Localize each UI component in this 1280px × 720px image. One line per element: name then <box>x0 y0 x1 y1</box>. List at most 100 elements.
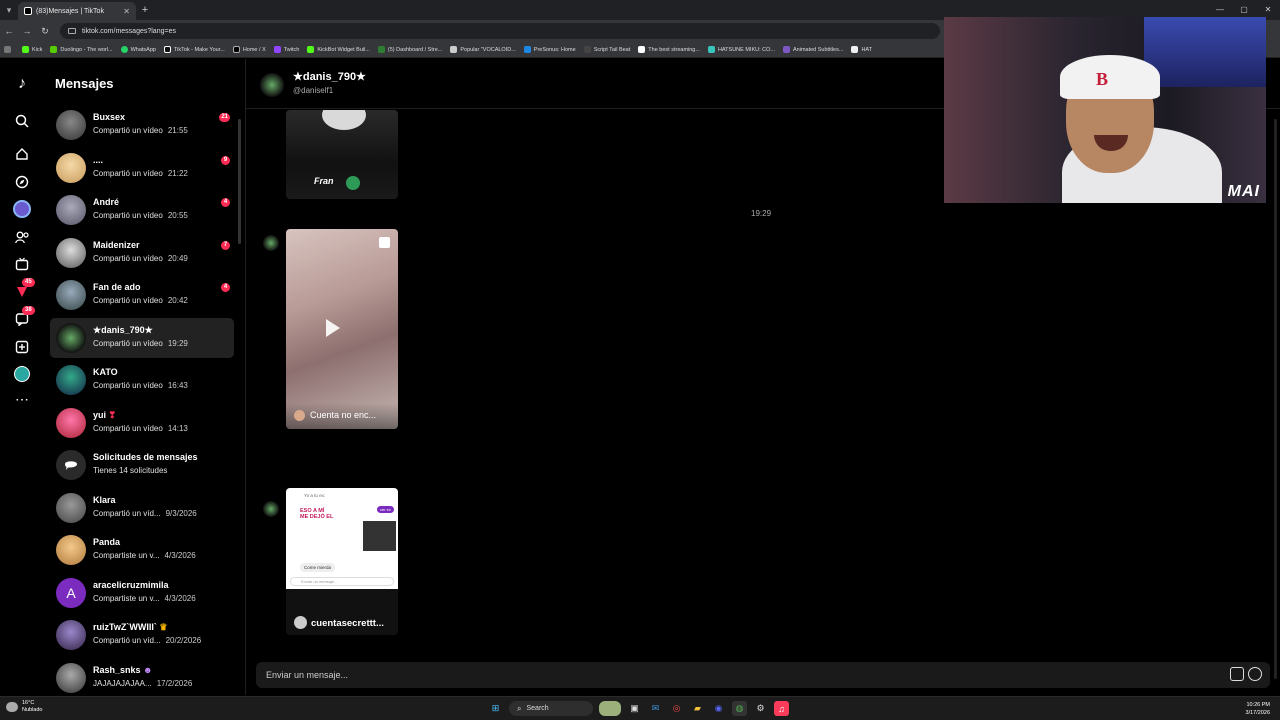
active-tab[interactable]: (83)Mensajes | TikTok ✕ <box>18 2 136 20</box>
chat-bubble-icon <box>65 461 77 470</box>
forward-icon[interactable]: → <box>18 26 36 36</box>
conversation-preview: Compartió un vídeo <box>93 126 163 135</box>
taskbar: 16°C Nublado ⊞ ⌕ Search ▣ ✉ ◎ ▰ ◉ ◍ ⚙ ♫ 10… <box>0 696 1280 720</box>
conversation-item[interactable]: A aracelicruzmimila Compartiste un v... 4… <box>50 573 234 613</box>
messages-badge: 38 <box>22 306 35 315</box>
conversation-name: André <box>93 197 120 207</box>
conversation-name: yui ❣ <box>93 410 117 420</box>
apps-icon[interactable] <box>4 46 14 53</box>
conversation-item-active[interactable]: ★danis_790★ Compartió un vídeo 19:29 <box>50 318 234 358</box>
close-tab-icon[interactable]: ✕ <box>123 7 130 16</box>
bookmark-item[interactable]: The best streaming... <box>638 46 700 53</box>
chat-name[interactable]: ★danis_790★ <box>293 70 366 83</box>
bookmark-item[interactable]: TikTok - Make Your... <box>163 46 225 53</box>
crown-icon: ♛ <box>159 622 168 632</box>
tab-search-icon[interactable]: ▾ <box>0 0 18 20</box>
message-timestamp: 19:29 <box>751 209 772 218</box>
conversation-list: Mensajes Buxsex Compartió un vídeo 21:55 … <box>44 59 244 695</box>
task-view-icon[interactable]: ▣ <box>627 701 642 716</box>
url-input[interactable]: tiktok.com/messages?lang=es <box>60 23 940 39</box>
image-upload-icon[interactable] <box>1230 667 1244 681</box>
avatar <box>56 323 86 353</box>
start-icon[interactable]: ⊞ <box>488 701 503 716</box>
messages-icon[interactable]: 38 <box>12 306 35 329</box>
new-tab-button[interactable]: + <box>136 4 154 16</box>
live-tv-icon[interactable] <box>12 254 32 274</box>
conversation-time: 4/3/2026 <box>164 594 196 603</box>
conversation-item[interactable]: .... Compartió un vídeo 21:22 9 <box>50 148 234 188</box>
conversation-item[interactable]: Fan de ado Compartió un vídeo 20:42 4 <box>50 275 234 315</box>
more-icon[interactable]: ⋯ <box>12 389 32 409</box>
chat-scrollbar[interactable] <box>1274 119 1277 679</box>
conversation-item[interactable]: Panda Compartiste un v... 4/3/2026 <box>50 530 234 570</box>
conversation-item[interactable]: KATO Compartió un vídeo 16:43 <box>50 360 234 400</box>
chrome-icon[interactable]: ◍ <box>732 701 747 716</box>
bookmark-item[interactable]: WhatsApp <box>120 46 156 53</box>
conversation-item[interactable]: Klara Compartió un víd... 9/3/2026 <box>50 488 234 528</box>
bookmark-item[interactable]: Script Tail Beat <box>583 46 630 53</box>
conversation-preview: Compartió un vídeo <box>93 424 163 433</box>
open-video-icon[interactable] <box>379 237 390 248</box>
conversation-name: Solicitudes de mensajes <box>93 452 198 462</box>
settings-icon[interactable]: ⚙ <box>753 701 768 716</box>
conversation-item[interactable]: Rash_snks ☻ JAJAJAJAJAA... 17/2/2026 <box>50 658 234 698</box>
play-icon[interactable] <box>326 319 340 337</box>
unread-badge: 21 <box>219 113 230 122</box>
taskbar-search[interactable]: ⌕ Search <box>509 701 593 716</box>
bookmark-item[interactable]: Twitch <box>273 46 299 53</box>
conversation-time: 4/3/2026 <box>164 551 196 560</box>
bookmark-item[interactable]: HATSUNE MIKU: CO... <box>707 46 775 53</box>
emoji-icon[interactable] <box>1248 667 1262 681</box>
discord-icon[interactable]: ◉ <box>711 701 726 716</box>
conversation-item[interactable]: Buxsex Compartió un vídeo 21:55 21 <box>50 105 234 145</box>
home-icon[interactable] <box>12 144 32 164</box>
bookmark-item[interactable]: Home / X <box>232 46 266 53</box>
live-avatar-icon[interactable] <box>12 199 32 219</box>
activity-icon[interactable]: 45 <box>12 278 35 301</box>
conversation-item[interactable]: André Compartió un vídeo 20:55 4 <box>50 190 234 230</box>
chat-avatar[interactable] <box>260 73 284 97</box>
system-clock[interactable]: 10:26 PM 3/17/2026 <box>1246 701 1270 717</box>
bookmark-item[interactable]: (5) Dashboard / Stre... <box>377 46 442 53</box>
conversation-item[interactable]: Maidenizer Compartió un vídeo 20:49 7 <box>50 233 234 273</box>
shared-video-card[interactable]: Cuenta no enc... <box>286 229 398 429</box>
conversation-time: 20/2/2026 <box>165 636 202 645</box>
streamer-tag: MAI <box>1227 183 1260 200</box>
weather-widget[interactable]: 16°C Nublado <box>6 700 43 714</box>
shared-video-card[interactable]: Fran <box>286 110 398 199</box>
avatar <box>56 238 86 268</box>
bookmark-item[interactable]: HAT <box>851 46 872 53</box>
list-scrollbar[interactable] <box>238 119 241 244</box>
profile-avatar-icon[interactable] <box>12 364 32 384</box>
bookmark-item[interactable]: KickBot Widget Buil... <box>307 46 370 53</box>
bookmark-item[interactable]: Kick <box>22 46 42 53</box>
file-explorer-icon[interactable]: ▰ <box>690 701 705 716</box>
bookmark-item[interactable]: PreSonus: Home <box>523 46 576 53</box>
site-info-icon[interactable] <box>68 28 76 34</box>
upload-icon[interactable] <box>12 337 32 357</box>
search-icon[interactable] <box>12 111 32 131</box>
sender-avatar <box>263 501 279 517</box>
tiktok-logo-icon[interactable]: ♪ <box>12 74 32 94</box>
music-icon[interactable]: ♫ <box>774 701 789 716</box>
explore-icon[interactable] <box>12 172 32 192</box>
message-input[interactable]: Enviar un mensaje... <box>256 662 1270 688</box>
conversation-preview: Compartió un víd... <box>93 636 161 645</box>
widgets-icon[interactable] <box>599 701 621 716</box>
mail-icon[interactable]: ✉ <box>648 701 663 716</box>
conversation-item[interactable]: yui ❣ Compartió un vídeo 14:13 <box>50 403 234 443</box>
bookmark-item[interactable]: Popular "VOCALOID... <box>450 46 516 53</box>
bookmark-item[interactable]: Duolingo - The worl... <box>50 46 113 53</box>
search-icon: ⌕ <box>517 703 522 713</box>
message-requests-item[interactable]: Solicitudes de mensajes Tienes 14 solici… <box>50 445 234 485</box>
shared-video-card[interactable]: Yo a tu ex: ESO A MÍ ME DEJÓ EL ver ex C… <box>286 488 398 635</box>
bookmark-item[interactable]: Animated Subtitles... <box>783 46 843 53</box>
back-icon[interactable]: ← <box>0 26 18 36</box>
conversation-name: KATO <box>93 367 118 377</box>
conversation-time: 20:55 <box>167 211 188 220</box>
app-icon[interactable]: ◎ <box>669 701 684 716</box>
following-icon[interactable] <box>12 227 32 247</box>
reload-icon[interactable]: ↻ <box>36 26 54 37</box>
conversation-item[interactable]: ruizTwZ`WWIII` ♛ Compartió un víd... 20/2… <box>50 615 234 655</box>
avatar <box>56 663 86 693</box>
